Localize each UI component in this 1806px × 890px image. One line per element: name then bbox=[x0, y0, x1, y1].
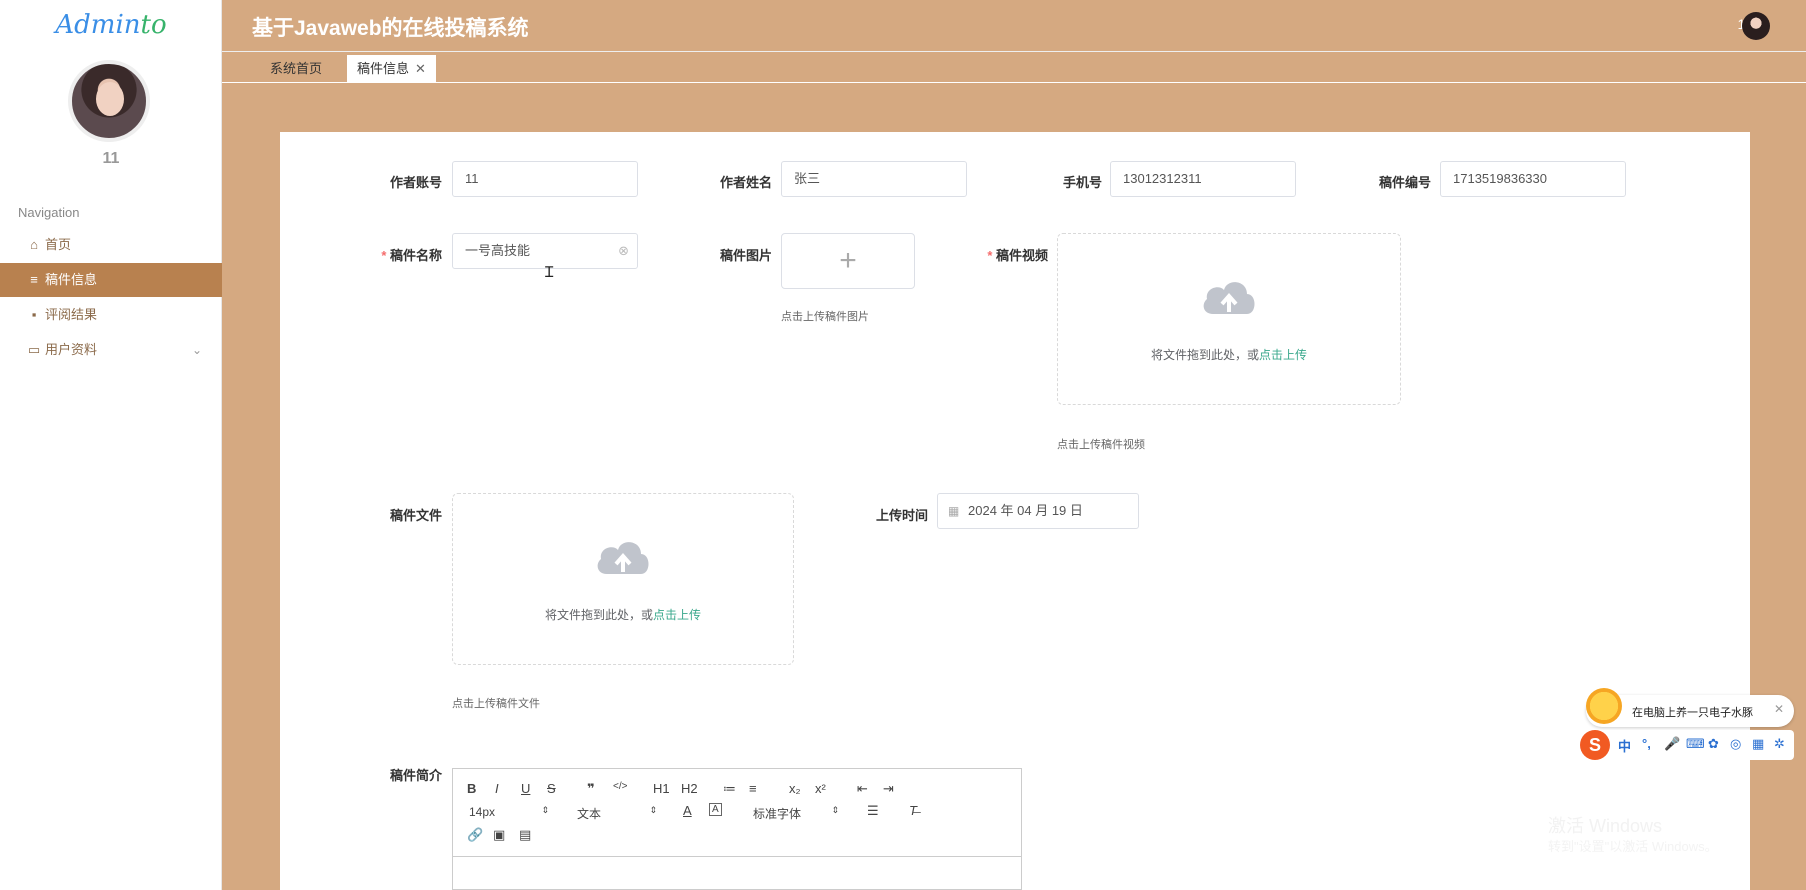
subscript-button[interactable]: x₂ bbox=[789, 781, 801, 796]
tab-home[interactable]: 系统首页 bbox=[260, 55, 332, 83]
activate-windows-hint: 转到"设置"以激活 Windows。 bbox=[1548, 839, 1718, 854]
video-upload-hint: 点击上传稿件视频 bbox=[1057, 439, 1145, 451]
settings-icon[interactable]: ✲ bbox=[1774, 736, 1785, 752]
sidebar-item-profile[interactable]: ▭ 用户资料 ⌄ bbox=[0, 333, 222, 367]
author-name-label: 作者姓名 bbox=[719, 175, 772, 190]
upload-time-label: 上传时间 bbox=[875, 508, 928, 523]
image-icon[interactable]: ▣ bbox=[493, 827, 505, 843]
header-avatar[interactable] bbox=[1742, 12, 1770, 40]
italic-button[interactable]: I bbox=[495, 781, 499, 796]
link-icon[interactable]: 🔗 bbox=[467, 827, 483, 843]
font-size-select[interactable]: 14px ⇕ bbox=[469, 805, 549, 819]
sidebar-item-reviews[interactable]: ▪ 评阅结果 bbox=[0, 298, 222, 332]
author-name-input[interactable]: 张三 bbox=[781, 161, 967, 197]
ime-lang-toggle[interactable]: 中 bbox=[1618, 736, 1631, 755]
sidebar-item-manuscripts[interactable]: ≡ 稿件信息 bbox=[0, 263, 222, 297]
ordered-list-button[interactable]: ≔ bbox=[723, 781, 736, 797]
manuscript-title-label: 稿件名称 bbox=[352, 245, 442, 264]
code-button[interactable]: </> bbox=[613, 781, 627, 792]
chevron-down-icon: ⌄ bbox=[191, 343, 202, 357]
ime-mascot-icon bbox=[1586, 688, 1622, 724]
background-color-icon[interactable]: A bbox=[709, 803, 722, 816]
phone-label: 手机号 bbox=[1062, 175, 1102, 190]
top-bar: 基于Javaweb的在线投稿系统 11 bbox=[222, 0, 1806, 52]
align-icon[interactable]: ☰ bbox=[867, 803, 879, 819]
calendar-icon: ▦ bbox=[948, 504, 960, 518]
blockquote-button[interactable]: ❞ bbox=[587, 781, 595, 797]
punctuation-icon[interactable]: °, bbox=[1642, 736, 1651, 751]
bullet-list-button[interactable]: ≡ bbox=[749, 781, 757, 796]
activate-windows-title: 激活 Windows bbox=[1548, 816, 1663, 836]
summary-label: 稿件简介 bbox=[389, 768, 442, 783]
file-upload-link[interactable]: 点击上传 bbox=[653, 608, 701, 622]
superscript-button[interactable]: x² bbox=[815, 781, 826, 796]
microphone-icon[interactable]: 🎤 bbox=[1664, 736, 1680, 752]
home-icon: ⌂ bbox=[30, 237, 38, 252]
comment-icon: ▪ bbox=[31, 307, 37, 322]
bold-button[interactable]: B bbox=[467, 781, 476, 796]
sidebar: Adminto 11 Navigation ⌂ 首页 ≡ 稿件信息 ▪ 评阅结果 ▭ 用… bbox=[0, 0, 222, 890]
app-logo: Adminto bbox=[55, 10, 167, 40]
text-cursor-icon: Ɪ bbox=[545, 264, 554, 281]
font-family-select[interactable]: 标准字体 ⇕ bbox=[753, 805, 839, 822]
strike-button[interactable]: S bbox=[547, 781, 556, 796]
file-upload-hint: 点击上传稿件文件 bbox=[452, 698, 540, 710]
rich-text-editor[interactable]: B I U S ❞ </> H1 H2 ≔ ≡ x₂ x² ⇤ ⇥ 14px ⇕ … bbox=[452, 768, 1022, 890]
clear-format-icon[interactable]: T̶ bbox=[909, 803, 917, 818]
avatar[interactable] bbox=[68, 60, 150, 142]
manuscript-image-label: 稿件图片 bbox=[719, 248, 772, 263]
indent-button[interactable]: ⇥ bbox=[883, 781, 894, 797]
apps-icon[interactable]: ▦ bbox=[1752, 736, 1764, 752]
outdent-button[interactable]: ⇤ bbox=[857, 781, 868, 797]
profile-icon: ▭ bbox=[27, 342, 41, 357]
skin-icon[interactable]: ✿ bbox=[1708, 736, 1719, 752]
file-dropzone[interactable]: 将文件拖到此处，或点击上传 bbox=[452, 493, 794, 665]
manuscript-no-label: 稿件编号 bbox=[1378, 175, 1431, 190]
tab-bar: 系统首页 稿件信息 ✕ bbox=[222, 53, 1806, 83]
underline-button[interactable]: U bbox=[521, 781, 530, 796]
image-upload-button[interactable]: + bbox=[781, 233, 915, 289]
game-icon[interactable]: ◎ bbox=[1730, 736, 1741, 752]
nav-title: Navigation bbox=[18, 205, 80, 220]
author-account-label: 作者账号 bbox=[389, 175, 442, 190]
close-icon[interactable]: ✕ bbox=[415, 61, 426, 76]
tab-manuscripts[interactable]: 稿件信息 ✕ bbox=[347, 55, 436, 83]
image-upload-hint: 点击上传稿件图片 bbox=[781, 311, 869, 323]
manuscript-no-input[interactable]: 1713519836330 bbox=[1440, 161, 1626, 197]
list-icon: ≡ bbox=[30, 272, 38, 287]
manuscript-file-label: 稿件文件 bbox=[389, 508, 442, 523]
cloud-upload-icon bbox=[1203, 282, 1255, 314]
video-icon[interactable]: ▤ bbox=[519, 827, 531, 843]
h1-button[interactable]: H1 bbox=[653, 781, 670, 796]
manuscript-video-label: 稿件视频 bbox=[958, 245, 1048, 264]
clear-icon[interactable]: ⊗ bbox=[618, 234, 629, 268]
keyboard-icon[interactable]: ⌨ bbox=[1686, 736, 1705, 752]
upload-time-input[interactable]: ▦ 2024 年 04 月 19 日 bbox=[937, 493, 1139, 529]
sidebar-user-name: 11 bbox=[102, 150, 120, 167]
app-title: 基于Javaweb的在线投稿系统 bbox=[252, 17, 529, 40]
h2-button[interactable]: H2 bbox=[681, 781, 698, 796]
editor-toolbar: B I U S ❞ </> H1 H2 ≔ ≡ x₂ x² ⇤ ⇥ 14px ⇕ … bbox=[453, 769, 1021, 857]
ime-toolbar: S 中 °, 🎤 ⌨ ✿ ◎ ▦ ✲ bbox=[1580, 730, 1794, 760]
cloud-upload-icon bbox=[597, 542, 649, 574]
paragraph-select[interactable]: 文本 ⇕ bbox=[577, 805, 657, 822]
video-upload-link[interactable]: 点击上传 bbox=[1259, 348, 1307, 362]
sogou-logo-icon[interactable]: S bbox=[1580, 730, 1610, 760]
font-color-icon[interactable]: A bbox=[683, 803, 692, 818]
phone-input[interactable]: 13012312311 bbox=[1110, 161, 1296, 197]
sidebar-item-home[interactable]: ⌂ 首页 bbox=[0, 228, 222, 262]
video-dropzone[interactable]: 将文件拖到此处，或点击上传 bbox=[1057, 233, 1401, 405]
author-account-input[interactable]: 11 bbox=[452, 161, 638, 197]
close-icon[interactable]: ✕ bbox=[1774, 702, 1784, 716]
